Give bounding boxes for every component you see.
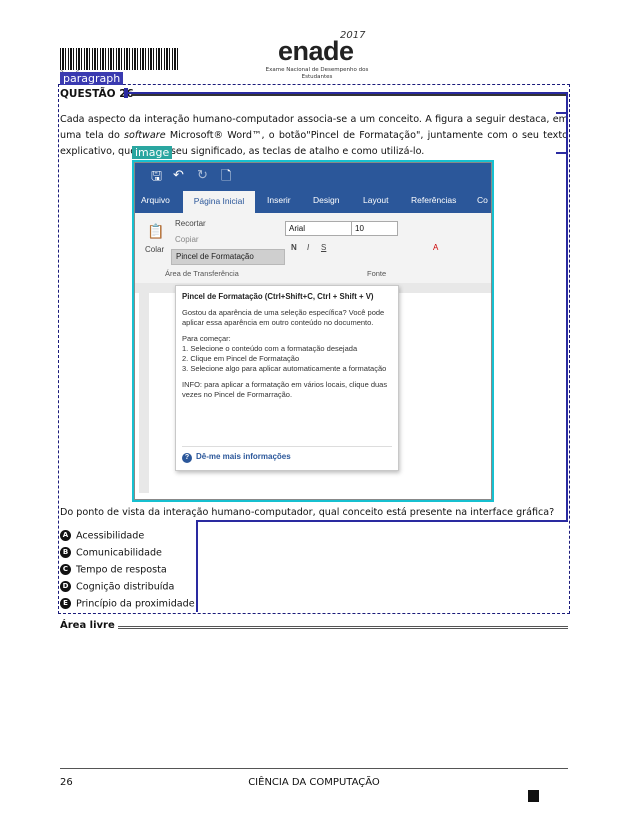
annotation-line-left-drop bbox=[196, 520, 198, 612]
image-annotation-tag: image bbox=[132, 146, 173, 159]
image-annotation-box bbox=[132, 160, 494, 502]
registration-mark bbox=[528, 790, 539, 802]
logo-year: 2017 bbox=[340, 30, 366, 41]
area-livre-label: Área livre bbox=[60, 620, 115, 631]
annotation-line-stub bbox=[124, 88, 128, 98]
footer-rule bbox=[60, 768, 568, 769]
course-name: CIÊNCIA DA COMPUTAÇÃO bbox=[248, 777, 380, 788]
annotation-line-top bbox=[124, 92, 568, 112]
area-livre-rule bbox=[118, 626, 568, 629]
paragraph-annotation-tag: paragraph bbox=[60, 72, 124, 85]
page-number: 26 bbox=[60, 777, 73, 788]
logo-subtitle: Exame Nacional de Desempenho dos Estudan… bbox=[265, 67, 369, 80]
barcode bbox=[60, 48, 178, 70]
